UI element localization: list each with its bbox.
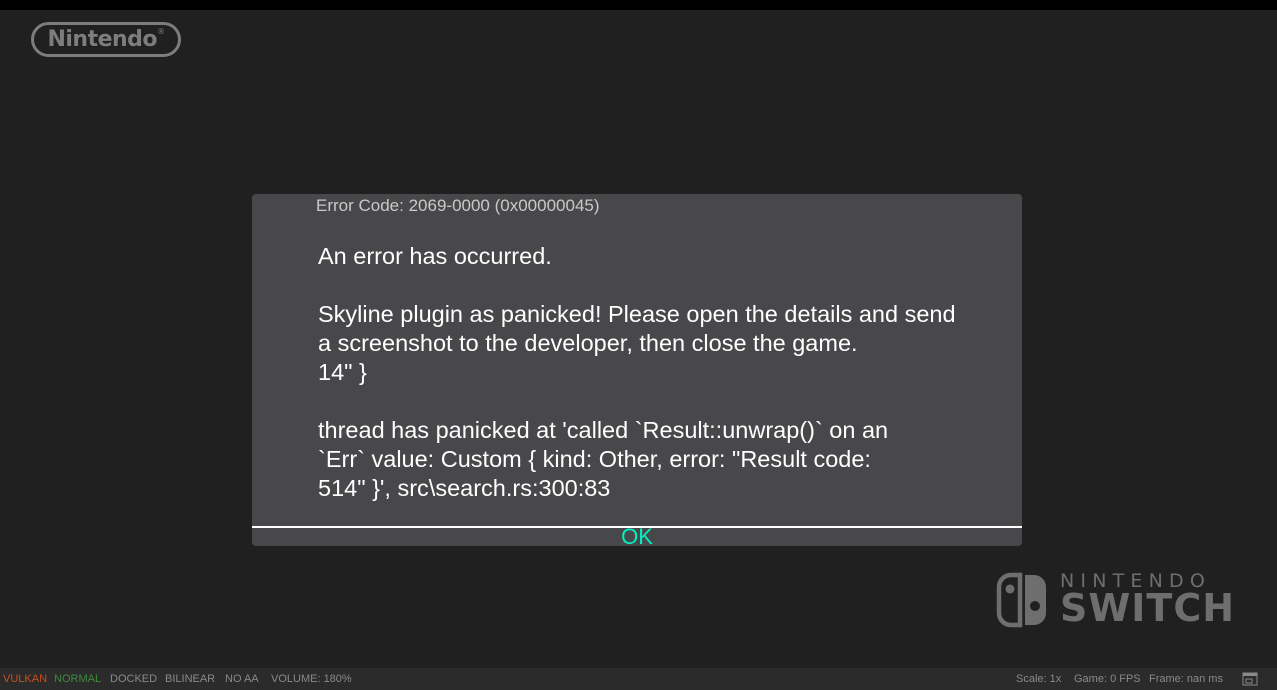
frame-time-status: Frame: nan ms	[1149, 673, 1223, 685]
nintendo-logo-text: Nintendo	[47, 27, 158, 52]
speed-status[interactable]: NORMAL	[54, 668, 101, 690]
message-line: a screenshot to the developer, then clos…	[318, 330, 858, 356]
aa-status[interactable]: NO AA	[225, 668, 259, 690]
message-blank-line	[318, 387, 988, 416]
message-blank-line	[318, 271, 988, 300]
registered-mark: ®	[157, 27, 165, 36]
game-fps-status: Game: 0 FPS	[1074, 673, 1141, 685]
ok-button[interactable]: OK	[612, 525, 662, 549]
message-line: thread has panicked at 'called `Result::…	[318, 417, 889, 443]
message-line: `Err` value: Custom { kind: Other, error…	[318, 446, 871, 472]
fullscreen-toggle-icon[interactable]	[1242, 672, 1258, 686]
error-code: Error Code: 2069-0000 (0x00000045)	[316, 196, 600, 215]
error-dialog: Error Code: 2069-0000 (0x00000045) An er…	[252, 194, 1022, 549]
switch-logo-bottom-text: SWITCH	[1060, 586, 1236, 630]
volume-status[interactable]: VOLUME: 180%	[271, 668, 352, 690]
dock-mode-status[interactable]: DOCKED	[110, 668, 157, 690]
error-message: An error has occurred. Skyline plugin as…	[318, 242, 988, 503]
renderer-status[interactable]: VULKAN	[3, 668, 47, 690]
message-line: 514" }', src\search.rs:300:83	[318, 475, 611, 501]
nintendo-switch-logo: NINTENDO SWITCH	[996, 571, 1246, 629]
nintendo-logo: Nintendo®	[31, 22, 181, 57]
top-strip	[0, 0, 1277, 10]
status-bar: VULKAN NORMAL DOCKED BILINEAR NO AA VOLU…	[0, 668, 1277, 690]
filter-status[interactable]: BILINEAR	[165, 668, 215, 690]
message-line: 14" }	[318, 359, 367, 385]
message-line: An error has occurred.	[318, 243, 552, 269]
message-line: Skyline plugin as panicked! Please open …	[318, 301, 956, 327]
switch-console-icon	[996, 572, 1046, 628]
scale-status: Scale: 1x	[1016, 673, 1062, 685]
